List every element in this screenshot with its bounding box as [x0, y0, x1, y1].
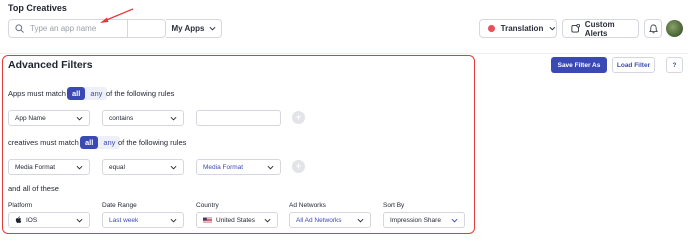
ad-networks-label: Ad Networks — [289, 202, 326, 209]
advanced-filters-title: Advanced Filters — [8, 59, 93, 71]
apple-icon — [15, 216, 22, 223]
plus-icon: + — [295, 112, 302, 122]
red-annotation-arrow — [100, 8, 134, 23]
custom-alerts-button[interactable]: Custom Alerts — [562, 19, 639, 38]
sort-by-value: Impression Share — [390, 216, 441, 224]
us-flag-icon — [203, 217, 212, 223]
chevron-down-icon — [451, 218, 458, 222]
date-range-select[interactable]: Last week — [102, 212, 184, 228]
creatives-match-toggle: all any — [80, 136, 121, 149]
apps-value-input[interactable] — [196, 110, 281, 126]
my-apps-dropdown[interactable]: My Apps — [166, 19, 222, 38]
chevron-down-icon — [76, 218, 83, 222]
apps-match-toggle: all any — [67, 87, 108, 100]
sort-by-select[interactable]: Impression Share — [383, 212, 465, 228]
platform-label: Platform — [8, 202, 33, 209]
apps-toggle-any[interactable]: any — [85, 87, 107, 100]
apps-rule-prefix: Apps must match — [8, 89, 66, 98]
date-range-label: Date Range — [102, 202, 137, 209]
chevron-down-icon — [170, 165, 177, 169]
creatives-operator-select[interactable]: equal — [102, 159, 184, 175]
country-select[interactable]: United States — [196, 212, 278, 228]
status-dot — [488, 25, 495, 32]
chevron-down-icon — [209, 26, 215, 31]
apps-toggle-all[interactable]: all — [67, 87, 86, 100]
platform-select[interactable]: IOS — [8, 212, 90, 228]
creatives-toggle-all[interactable]: all — [80, 136, 99, 149]
creatives-field-select[interactable]: Media Format — [8, 159, 90, 175]
chevron-down-icon — [76, 116, 83, 120]
bell-icon — [648, 24, 658, 33]
help-button[interactable]: ? — [666, 57, 683, 73]
platform-value: IOS — [26, 216, 38, 224]
chevron-down-icon — [76, 165, 83, 169]
notifications-button[interactable] — [644, 19, 662, 38]
creatives-value-select[interactable]: Media Format — [196, 159, 281, 175]
date-range-value: Last week — [109, 216, 139, 224]
search-icon — [15, 24, 24, 33]
page-title: Top Creatives — [8, 3, 67, 13]
apps-operator-value: contains — [109, 114, 134, 122]
user-avatar[interactable] — [666, 20, 683, 37]
add-app-rule-button[interactable]: + — [292, 111, 305, 124]
custom-alerts-label: Custom Alerts — [584, 19, 615, 38]
load-filter-button[interactable]: Load Filter — [612, 57, 655, 73]
creatives-value-text: Media Format — [203, 163, 244, 171]
alert-square-icon — [571, 24, 580, 33]
save-filter-as-button[interactable]: Save Filter As — [551, 57, 607, 73]
country-value: United States — [216, 216, 256, 224]
translation-label: Translation — [500, 24, 544, 33]
chevron-down-icon — [170, 116, 177, 120]
chevron-down-icon — [170, 218, 177, 222]
all-of-these-label: and all of these — [8, 184, 59, 193]
translation-dropdown[interactable]: Translation — [479, 19, 557, 38]
chevron-down-icon — [264, 218, 271, 222]
add-creative-rule-button[interactable]: + — [292, 160, 305, 173]
chevron-down-icon — [267, 165, 274, 169]
apps-field-select[interactable]: App Name — [8, 110, 90, 126]
creatives-operator-value: equal — [109, 163, 125, 171]
my-apps-label: My Apps — [171, 24, 205, 33]
creatives-field-value: Media Format — [15, 163, 56, 171]
chevron-down-icon — [357, 218, 364, 222]
apps-operator-select[interactable]: contains — [102, 110, 184, 126]
creatives-rule-prefix: creatives must match — [8, 138, 79, 147]
apps-rule-suffix: of the following rules — [106, 89, 175, 98]
country-label: Country — [196, 202, 219, 209]
app-search-box — [8, 19, 166, 38]
ad-networks-value: All Ad Networks — [296, 216, 342, 224]
ad-networks-select[interactable]: All Ad Networks — [289, 212, 371, 228]
creatives-rule-suffix: of the following rules — [118, 138, 187, 147]
sort-by-label: Sort By — [383, 202, 405, 209]
apps-field-value: App Name — [15, 114, 46, 122]
plus-icon: + — [295, 161, 302, 171]
search-input[interactable] — [30, 24, 122, 33]
chevron-down-icon — [549, 26, 556, 31]
